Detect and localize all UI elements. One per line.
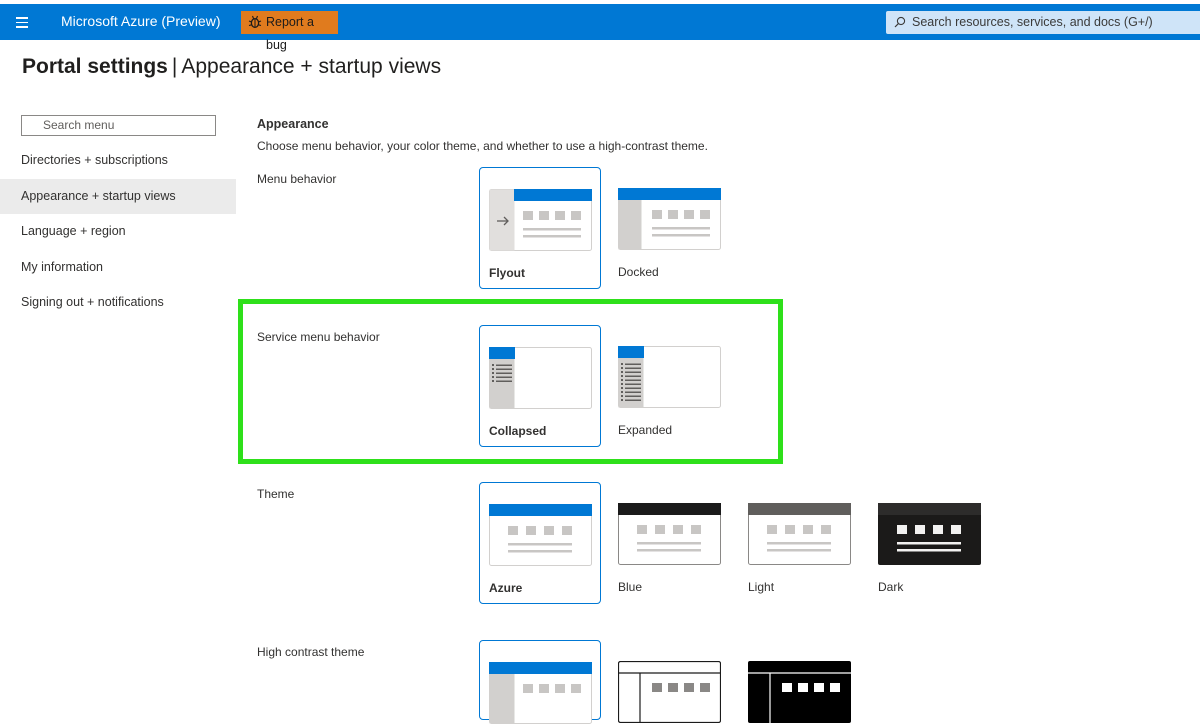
high-contrast-none-preview xyxy=(489,662,592,724)
theme-blue[interactable]: Blue xyxy=(609,482,731,604)
search-icon xyxy=(894,16,906,28)
dark-theme-preview xyxy=(878,503,981,565)
top-bar: Microsoft Azure (Preview) Report a bug S… xyxy=(0,0,1200,52)
page-title: Portal settings | Appearance + startup vie… xyxy=(22,55,441,79)
theme-dark[interactable]: Dark xyxy=(869,482,991,604)
hamburger-icon[interactable] xyxy=(8,8,36,36)
app-title[interactable]: Microsoft Azure (Preview) xyxy=(61,13,220,29)
theme-blue-label: Blue xyxy=(618,580,643,594)
high-contrast-white[interactable] xyxy=(609,640,731,723)
sidebar-item-signing-out[interactable]: Signing out + notifications xyxy=(0,285,236,320)
high-contrast-black[interactable] xyxy=(739,640,861,723)
sidebar-item-appearance[interactable]: Appearance + startup views xyxy=(0,179,236,214)
sidebar-item-directories[interactable]: Directories + subscriptions xyxy=(0,143,236,178)
option-flyout-label: Flyout xyxy=(489,266,525,280)
light-theme-preview xyxy=(748,503,851,565)
bug-icon xyxy=(248,15,262,29)
section-description: Choose menu behavior, your color theme, … xyxy=(257,139,708,153)
page-title-main: Portal settings xyxy=(22,55,168,78)
theme-label: Theme xyxy=(257,487,295,501)
high-contrast-none[interactable] xyxy=(479,640,601,724)
high-contrast-black-preview xyxy=(748,661,851,723)
menu-search-input[interactable]: Search menu xyxy=(21,115,216,136)
top-edge xyxy=(0,0,1200,4)
theme-azure-label: Azure xyxy=(489,581,523,595)
report-bug-label: Report a bug xyxy=(266,15,314,52)
option-flyout[interactable]: Flyout xyxy=(479,167,601,289)
section-heading: Appearance xyxy=(257,117,329,131)
azure-theme-preview xyxy=(489,504,592,566)
option-docked[interactable]: Docked xyxy=(609,167,731,289)
blue-theme-preview xyxy=(618,503,721,565)
report-bug-button[interactable]: Report a bug xyxy=(241,11,338,52)
menu-behavior-label: Menu behavior xyxy=(257,172,337,186)
page-title-sub: Appearance + startup views xyxy=(181,55,442,78)
theme-azure[interactable]: Azure xyxy=(479,482,601,604)
theme-light[interactable]: Light xyxy=(739,482,861,604)
sidebar-item-language[interactable]: Language + region xyxy=(0,214,236,249)
option-docked-label: Docked xyxy=(618,265,659,279)
high-contrast-theme-label: High contrast theme xyxy=(257,645,365,659)
flyout-preview xyxy=(489,189,592,251)
global-search-input[interactable]: Search resources, services, and docs (G+… xyxy=(886,11,1200,34)
sidebar-item-my-information[interactable]: My information xyxy=(0,250,236,285)
docked-preview xyxy=(618,188,721,250)
title-separator: | xyxy=(171,55,178,78)
global-search-placeholder: Search resources, services, and docs (G+… xyxy=(912,15,1153,29)
highlight-box xyxy=(238,299,783,464)
theme-dark-label: Dark xyxy=(878,580,904,594)
high-contrast-white-preview xyxy=(618,661,721,723)
theme-light-label: Light xyxy=(748,580,775,594)
